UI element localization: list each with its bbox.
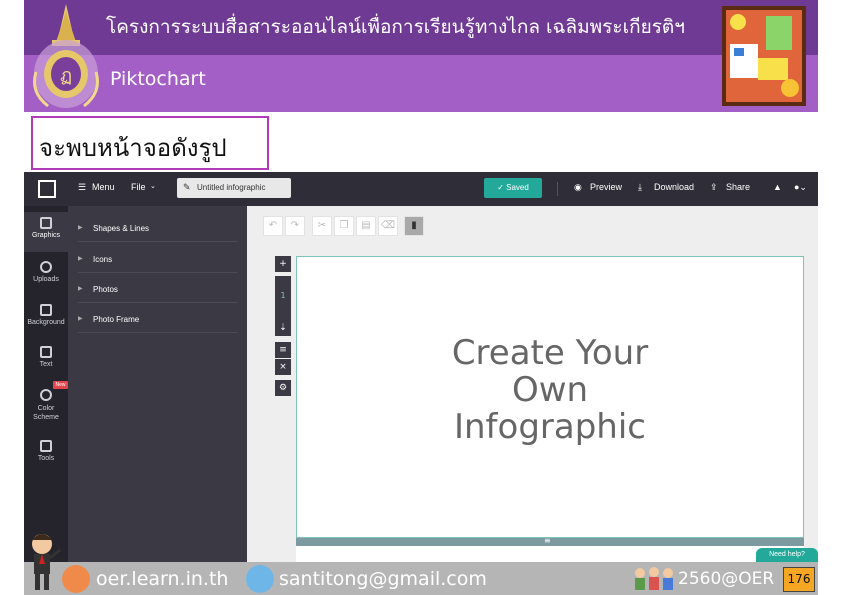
page-number: 176 <box>783 567 815 592</box>
toolbox-icon <box>40 440 52 452</box>
students-icon <box>635 567 673 590</box>
project-title: โครงการระบบสื่อสาระออนไลน์เพื่อการเรียนร… <box>106 16 685 38</box>
footer-bar: oer.learn.in.th santitong@gmail.com 2560… <box>24 562 818 595</box>
menu-button[interactable]: Menu <box>92 182 115 192</box>
piktochart-logo-icon[interactable] <box>38 180 56 198</box>
caret-right-icon: ▶ <box>78 256 83 262</box>
rail-tools[interactable]: Tools <box>24 440 68 462</box>
next-block-preview <box>296 546 804 562</box>
preview-button[interactable]: Preview <box>590 182 622 192</box>
paste-icon[interactable]: ▤ <box>356 216 376 236</box>
rail-label: Color Scheme <box>33 405 59 421</box>
delete-icon[interactable]: ⌫ <box>378 216 398 236</box>
drag-handle-icon: ≡ <box>544 536 551 545</box>
panel-item-icons[interactable]: ▶ Icons <box>78 243 238 273</box>
editor-topbar: ☰ Menu File ⌄ ✎ Untitled infographic ✓ S… <box>24 172 818 206</box>
block-number: 1 <box>280 291 286 300</box>
hamburger-icon[interactable]: ☰ <box>78 182 86 193</box>
slide-page: โครงการระบบสื่อสาระออนไลน์เพื่อการเรียนร… <box>0 0 842 595</box>
background-pattern-icon <box>40 304 52 316</box>
add-block-icon[interactable]: + <box>275 256 291 272</box>
canvas-line-3: Infographic <box>453 407 646 447</box>
palette-icon <box>40 389 52 401</box>
corkboard-icon <box>722 6 806 106</box>
cartoon-man-icon <box>32 534 61 590</box>
eye-icon: ◉ <box>574 182 582 192</box>
user-account-icon[interactable]: ●⌄ <box>794 182 807 193</box>
need-help-button[interactable]: Need help? <box>756 548 818 562</box>
graphics-panel: ▶ Shapes & Lines ▶ Icons ▶ Photos ▶ Phot… <box>68 206 247 562</box>
edit-toolbar: ↶ ↷ ✂ ❐ ▤ ⌫ ▮ <box>247 206 818 246</box>
caption-text: จะพบหน้าจอดังรูป <box>39 134 227 162</box>
duplicate-block-icon[interactable]: ≡ <box>275 342 291 358</box>
rail-label: Text <box>39 361 53 368</box>
panel-item-label: Icons <box>93 255 113 264</box>
saved-label: Saved <box>506 183 529 192</box>
move-down-icon[interactable]: ⇣ <box>275 320 291 336</box>
cloud-upload-icon <box>40 261 52 273</box>
royal-emblem-icon: ฏ <box>33 4 99 108</box>
caret-right-icon: ▶ <box>78 225 83 231</box>
download-button[interactable]: Download <box>654 182 694 192</box>
piktochart-editor-screenshot: ☰ Menu File ⌄ ✎ Untitled infographic ✓ S… <box>24 172 818 562</box>
pencil-icon: ✎ <box>183 182 191 192</box>
rail-uploads[interactable]: Uploads <box>24 261 68 283</box>
share-button[interactable]: Share <box>726 182 750 192</box>
file-menu-button[interactable]: File <box>131 182 146 192</box>
cut-icon[interactable]: ✂ <box>312 216 332 236</box>
panel-item-label: Photo Frame <box>93 315 140 324</box>
rail-background[interactable]: Background <box>24 304 68 326</box>
canvas-line-1: Create Your <box>451 333 649 373</box>
toolbar-divider <box>557 182 558 196</box>
caret-right-icon: ▶ <box>78 286 83 292</box>
share-icon: ⇪ <box>710 182 718 192</box>
rail-color-scheme[interactable]: Color Scheme <box>24 389 68 422</box>
saved-status-button[interactable]: ✓ Saved <box>484 178 542 198</box>
download-icon: ⤓ <box>638 182 642 192</box>
topic-title: Piktochart <box>110 68 206 90</box>
caption-box: จะพบหน้าจอดังรูป <box>31 116 269 170</box>
header-banner: โครงการระบบสื่อสาระออนไลน์เพื่อการเรียนร… <box>24 0 818 112</box>
rail-label: Graphics <box>31 232 60 239</box>
canvas-heading: Create Your Own Infographic <box>297 335 803 446</box>
mail-icon <box>246 565 274 593</box>
document-title-field[interactable]: ✎ Untitled infographic <box>177 178 291 198</box>
rail-text[interactable]: Text <box>24 346 68 368</box>
notification-bell-icon[interactable]: ▲ <box>773 182 782 192</box>
align-icon[interactable]: ▮ <box>404 216 424 236</box>
panel-item-label: Photos <box>93 285 118 294</box>
redo-icon[interactable]: ↷ <box>285 216 305 236</box>
panel-item-shapes-lines[interactable]: ▶ Shapes & Lines <box>78 212 238 242</box>
panel-item-label: Shapes & Lines <box>93 224 150 233</box>
svg-text:ฏ: ฏ <box>60 65 72 86</box>
panel-item-photos[interactable]: ▶ Photos <box>78 273 238 303</box>
rail-label: Tools <box>37 455 55 462</box>
caret-right-icon: ▶ <box>78 316 83 322</box>
document-title-text: Untitled infographic <box>197 183 266 192</box>
footer-site: oer.learn.in.th <box>96 568 229 590</box>
copy-icon[interactable]: ❐ <box>334 216 354 236</box>
rail-graphics[interactable]: Graphics <box>24 212 68 252</box>
undo-icon[interactable]: ↶ <box>263 216 283 236</box>
footer-tag: 2560@OER <box>678 569 775 589</box>
canvas-resize-handle[interactable]: ≡ <box>296 536 804 546</box>
chevron-down-icon: ⌄ <box>150 183 156 190</box>
footer-email: santitong@gmail.com <box>279 568 487 590</box>
image-icon <box>40 217 52 229</box>
rail-label: Uploads <box>33 276 59 283</box>
rail-label: Background <box>27 319 65 326</box>
remove-block-icon[interactable]: × <box>275 359 291 375</box>
text-t-icon <box>40 346 52 358</box>
infographic-canvas[interactable]: Create Your Own Infographic <box>296 256 804 538</box>
new-badge: New <box>53 381 68 389</box>
check-icon: ✓ <box>497 183 507 192</box>
block-settings-icon[interactable]: ⚙ <box>275 380 291 396</box>
canvas-line-2: Own <box>511 370 589 410</box>
panel-item-photo-frame[interactable]: ▶ Photo Frame <box>78 303 238 333</box>
